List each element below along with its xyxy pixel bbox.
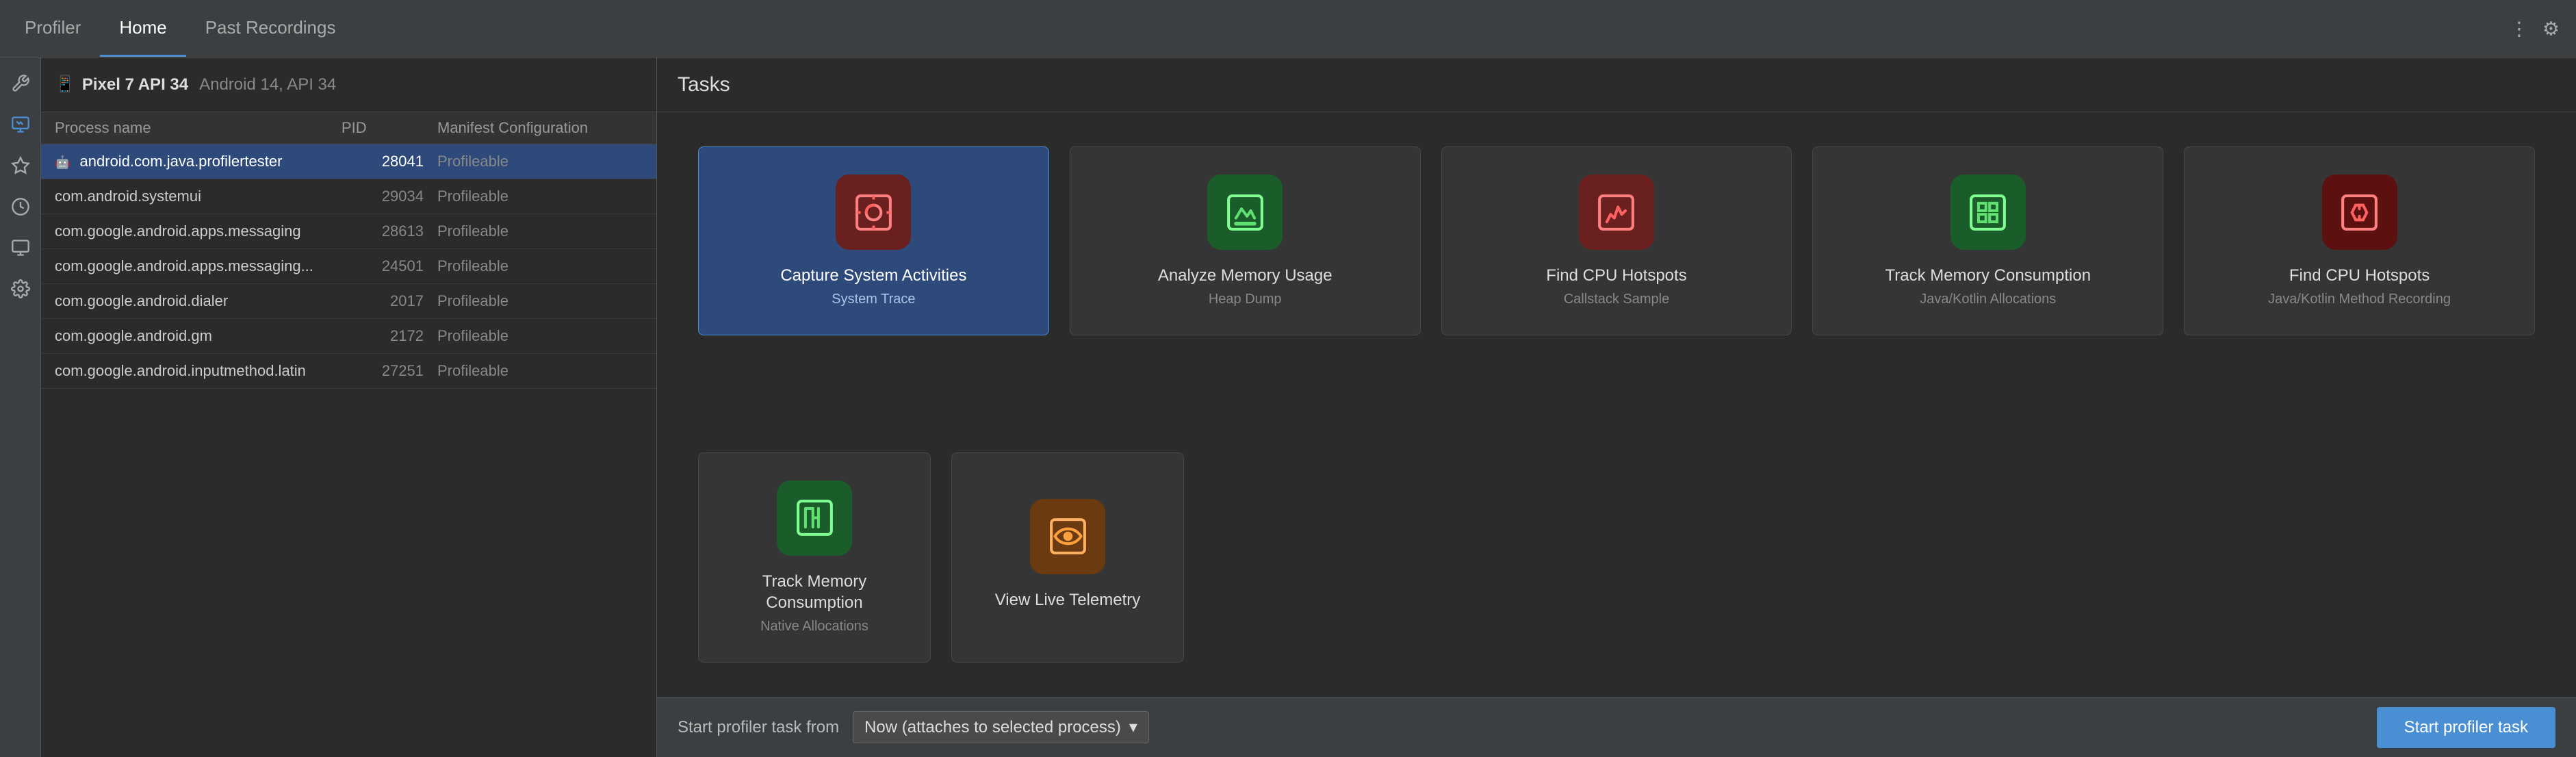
process-row[interactable]: com.android.systemui 29034 Profileable (41, 179, 656, 214)
pid-cell: 29034 (342, 188, 437, 205)
settings-button[interactable]: ⚙ (2540, 14, 2562, 42)
device-header: 📱 Pixel 7 API 34 Android 14, API 34 (41, 57, 656, 112)
process-table-header: Process name PID Manifest Configuration (41, 112, 656, 144)
sidebar-icon-tool[interactable] (5, 68, 36, 99)
tab-home[interactable]: Home (100, 0, 185, 57)
start-profiler-label: Start profiler task from (678, 718, 839, 737)
right-panel: Tasks Capture System Activities System T… (657, 57, 2576, 757)
task-title-find-cpu-hotspots-callstack: Find CPU Hotspots (1546, 265, 1686, 286)
pid-cell: 2172 (342, 327, 437, 345)
manifest-cell: Profileable (437, 153, 643, 170)
sidebar-icon-monitor[interactable] (5, 233, 36, 263)
process-row[interactable]: com.google.android.apps.messaging... 245… (41, 249, 656, 284)
pid-cell: 24501 (342, 257, 437, 275)
pid-cell: 28613 (342, 222, 437, 240)
task-icon-track-memory-native (777, 480, 852, 556)
device-icon: 📱 (55, 75, 75, 94)
task-card-capture-system-activities[interactable]: Capture System Activities System Trace (698, 146, 1049, 335)
task-title-analyze-memory-usage: Analyze Memory Usage (1158, 265, 1332, 286)
pid-cell: 28041 (342, 153, 437, 170)
sidebar-icon-settings2[interactable] (5, 274, 36, 304)
task-icon-track-memory-java (1950, 175, 2026, 250)
tab-profiler[interactable]: Profiler (5, 0, 100, 57)
process-name-cell: 🤖 android.com.java.profilertester (55, 153, 342, 170)
tasks-header: Tasks (657, 57, 2576, 112)
dropdown-arrow-icon: ▾ (1129, 717, 1137, 737)
process-table: Process name PID Manifest Configuration … (41, 112, 656, 757)
manifest-cell: Profileable (437, 327, 643, 345)
task-card-find-cpu-hotspots-callstack[interactable]: Find CPU Hotspots Callstack Sample (1441, 146, 1792, 335)
start-from-dropdown[interactable]: Now (attaches to selected process) ▾ (853, 711, 1149, 743)
task-title-view-live-telemetry: View Live Telemetry (995, 589, 1141, 611)
pid-cell: 27251 (342, 362, 437, 380)
manifest-cell: Profileable (437, 257, 643, 275)
process-row[interactable]: com.google.android.inputmethod.latin 272… (41, 354, 656, 389)
process-name-cell: com.android.systemui (55, 188, 342, 205)
process-row[interactable]: com.google.android.dialer 2017 Profileab… (41, 284, 656, 319)
tab-past-recordings[interactable]: Past Recordings (186, 0, 355, 57)
task-icon-view-live-telemetry (1030, 499, 1105, 574)
dropdown-value: Now (attaches to selected process) (864, 718, 1121, 737)
top-tabs-actions: ⋮ ⚙ (2507, 14, 2562, 42)
left-panel: 📱 Pixel 7 API 34 Android 14, API 34 Proc… (41, 57, 657, 757)
main-layout: 📱 Pixel 7 API 34 Android 14, API 34 Proc… (0, 57, 2576, 757)
task-card-analyze-memory-usage[interactable]: Analyze Memory Usage Heap Dump (1070, 146, 1421, 335)
task-subtitle-find-cpu-hotspots-java: Java/Kotlin Method Recording (2268, 292, 2451, 307)
sidebar-icon-clock[interactable] (5, 192, 36, 222)
task-card-view-live-telemetry[interactable]: View Live Telemetry (951, 452, 1184, 663)
process-row[interactable]: com.google.android.gm 2172 Profileable (41, 319, 656, 354)
process-icon: 🤖 (55, 155, 70, 169)
task-title-track-memory-java: Track Memory Consumption (1885, 265, 2091, 286)
top-tabs-bar: Profiler Home Past Recordings ⋮ ⚙ (0, 0, 2576, 57)
tasks-grid-row2: Track Memory Consumption Native Allocati… (657, 452, 2576, 697)
device-version: Android 14, API 34 (199, 75, 336, 94)
task-title-find-cpu-hotspots-java: Find CPU Hotspots (2289, 265, 2430, 286)
task-subtitle-analyze-memory-usage: Heap Dump (1209, 292, 1282, 307)
manifest-cell: Profileable (437, 292, 643, 310)
process-name-cell: com.google.android.gm (55, 327, 342, 345)
process-row[interactable]: 🤖 android.com.java.profilertester 28041 … (41, 144, 656, 179)
task-subtitle-capture-system-activities: System Trace (832, 292, 915, 307)
task-title-track-memory-native: Track Memory Consumption (712, 571, 916, 613)
task-icon-find-cpu-hotspots-callstack (1579, 175, 1654, 250)
process-name-cell: com.google.android.apps.messaging... (55, 257, 342, 275)
task-card-track-memory-native[interactable]: Track Memory Consumption Native Allocati… (698, 452, 931, 663)
more-options-button[interactable]: ⋮ (2507, 14, 2532, 42)
process-name-cell: com.google.android.apps.messaging (55, 222, 342, 240)
process-name-cell: com.google.android.dialer (55, 292, 342, 310)
col-pid: PID (342, 119, 437, 137)
task-subtitle-track-memory-native: Native Allocations (760, 619, 868, 634)
pid-cell: 2017 (342, 292, 437, 310)
task-icon-analyze-memory-usage (1207, 175, 1283, 250)
process-row[interactable]: com.google.android.apps.messaging 28613 … (41, 214, 656, 249)
col-process-name: Process name (55, 119, 342, 137)
task-icon-find-cpu-hotspots-java (2322, 175, 2397, 250)
task-subtitle-find-cpu-hotspots-callstack: Callstack Sample (1564, 292, 1670, 307)
manifest-cell: Profileable (437, 362, 643, 380)
manifest-cell: Profileable (437, 188, 643, 205)
sidebar-icon-star[interactable] (5, 151, 36, 181)
process-rows-container: 🤖 android.com.java.profilertester 28041 … (41, 144, 656, 389)
start-profiler-button[interactable]: Start profiler task (2377, 707, 2555, 748)
manifest-cell: Profileable (437, 222, 643, 240)
col-manifest: Manifest Configuration (437, 119, 643, 137)
task-card-track-memory-java[interactable]: Track Memory Consumption Java/Kotlin All… (1812, 146, 2163, 335)
bottom-bar: Start profiler task from Now (attaches t… (657, 697, 2576, 757)
sidebar-icon-profiler[interactable] (5, 110, 36, 140)
task-card-find-cpu-hotspots-java[interactable]: Find CPU Hotspots Java/Kotlin Method Rec… (2184, 146, 2535, 335)
sidebar-icons (0, 57, 41, 757)
task-subtitle-track-memory-java: Java/Kotlin Allocations (1920, 292, 2056, 307)
process-name-cell: com.google.android.inputmethod.latin (55, 362, 342, 380)
device-name: Pixel 7 API 34 (82, 75, 188, 94)
task-title-capture-system-activities: Capture System Activities (780, 265, 966, 286)
task-icon-capture-system-activities (836, 175, 911, 250)
tasks-grid-row1: Capture System Activities System Trace A… (657, 112, 2576, 452)
